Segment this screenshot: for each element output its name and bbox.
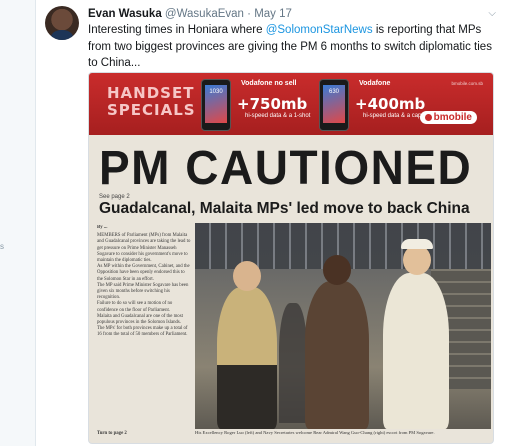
carrier-left: Vodafone no sell: [241, 80, 297, 87]
phone-screen-left: 1030: [205, 85, 227, 123]
tweet-card[interactable]: Evan Wasuka @WasukaEvan · May 17 ⌵ Inter…: [36, 0, 510, 446]
separator-dot: ·: [247, 8, 251, 20]
tweet-date[interactable]: May 17: [254, 8, 292, 20]
phone-image-right: 630: [319, 79, 349, 131]
article-paragraph: As MP within the Government, Cabinet, an…: [97, 264, 190, 282]
offer-left-sub: hi-speed data & a 1-shot: [245, 113, 311, 119]
attached-photo[interactable]: HANDSET SPECIALS 1030 Vodafone no sell +…: [88, 72, 494, 444]
avatar[interactable]: [45, 6, 79, 40]
tweet-header: Evan Wasuka @WasukaEvan · May 17 ⌵: [88, 6, 498, 22]
article-paragraph: Malaita and Guadalcanal are one of the m…: [97, 313, 183, 326]
ad-title: HANDSET SPECIALS: [107, 84, 196, 119]
article-paragraph: The MPs' for both provinces make up a to…: [97, 326, 188, 338]
article-paragraph: MEMBERS of Parliament (MPs) from Malaita…: [97, 233, 191, 264]
tweet-text-before: Interesting times in Honiara where: [88, 24, 266, 36]
article-paragraph: The MP said Prime Minister Sogavare has …: [97, 282, 189, 301]
person-center-head: [323, 255, 351, 285]
ad-fineprint: bmobile.com.sb: [451, 81, 483, 86]
phone-screen-right: 630: [323, 85, 345, 123]
person-left-head: [233, 261, 261, 291]
author-handle[interactable]: @WasukaEvan: [165, 8, 244, 20]
person-left: [217, 287, 277, 429]
offer-right: +400mb: [355, 95, 426, 113]
newspaper-headline: PM CAUTIONED: [99, 139, 473, 195]
carrier-right: Vodafone: [359, 80, 391, 87]
author-name[interactable]: Evan Wasuka: [88, 8, 162, 20]
news-photo: [195, 223, 491, 429]
mention-link[interactable]: @SolomonStarNews: [266, 24, 373, 36]
turn-to-page: Turn to page 2: [97, 430, 127, 436]
brand-logo: bmobile: [419, 111, 477, 124]
offer-left: +750mb: [237, 95, 308, 113]
article-byline: By ...: [97, 225, 108, 230]
person-right-officer: [383, 273, 449, 429]
ad-banner: HANDSET SPECIALS 1030 Vodafone no sell +…: [89, 73, 493, 135]
left-panel-fragment: s: [0, 242, 4, 251]
person-center: [305, 281, 369, 429]
offer-right-sub: hi-speed data & a cap: [363, 113, 422, 119]
article-column: By ... MEMBERS of Parliament (MPs) from …: [97, 225, 191, 437]
chevron-down-icon[interactable]: ⌵: [488, 6, 496, 22]
person-right-head: [403, 245, 431, 275]
left-panel-strip: s: [0, 0, 36, 446]
officer-cap: [401, 239, 433, 249]
background-crowd: [279, 303, 307, 423]
phone-image-left: 1030: [201, 79, 231, 131]
article-paragraph: Failure to do so will see a motion of no…: [97, 301, 173, 313]
bmobile-logo-icon: [424, 113, 432, 121]
tweet-text: Interesting times in Honiara where @Solo…: [88, 22, 498, 72]
newspaper-subheadline: Guadalcanal, Malaita MPs' led move to ba…: [99, 200, 470, 217]
photo-caption: His Excellency Roger Luo (left) and Navy…: [195, 430, 435, 435]
brand-name: bmobile: [433, 112, 472, 123]
